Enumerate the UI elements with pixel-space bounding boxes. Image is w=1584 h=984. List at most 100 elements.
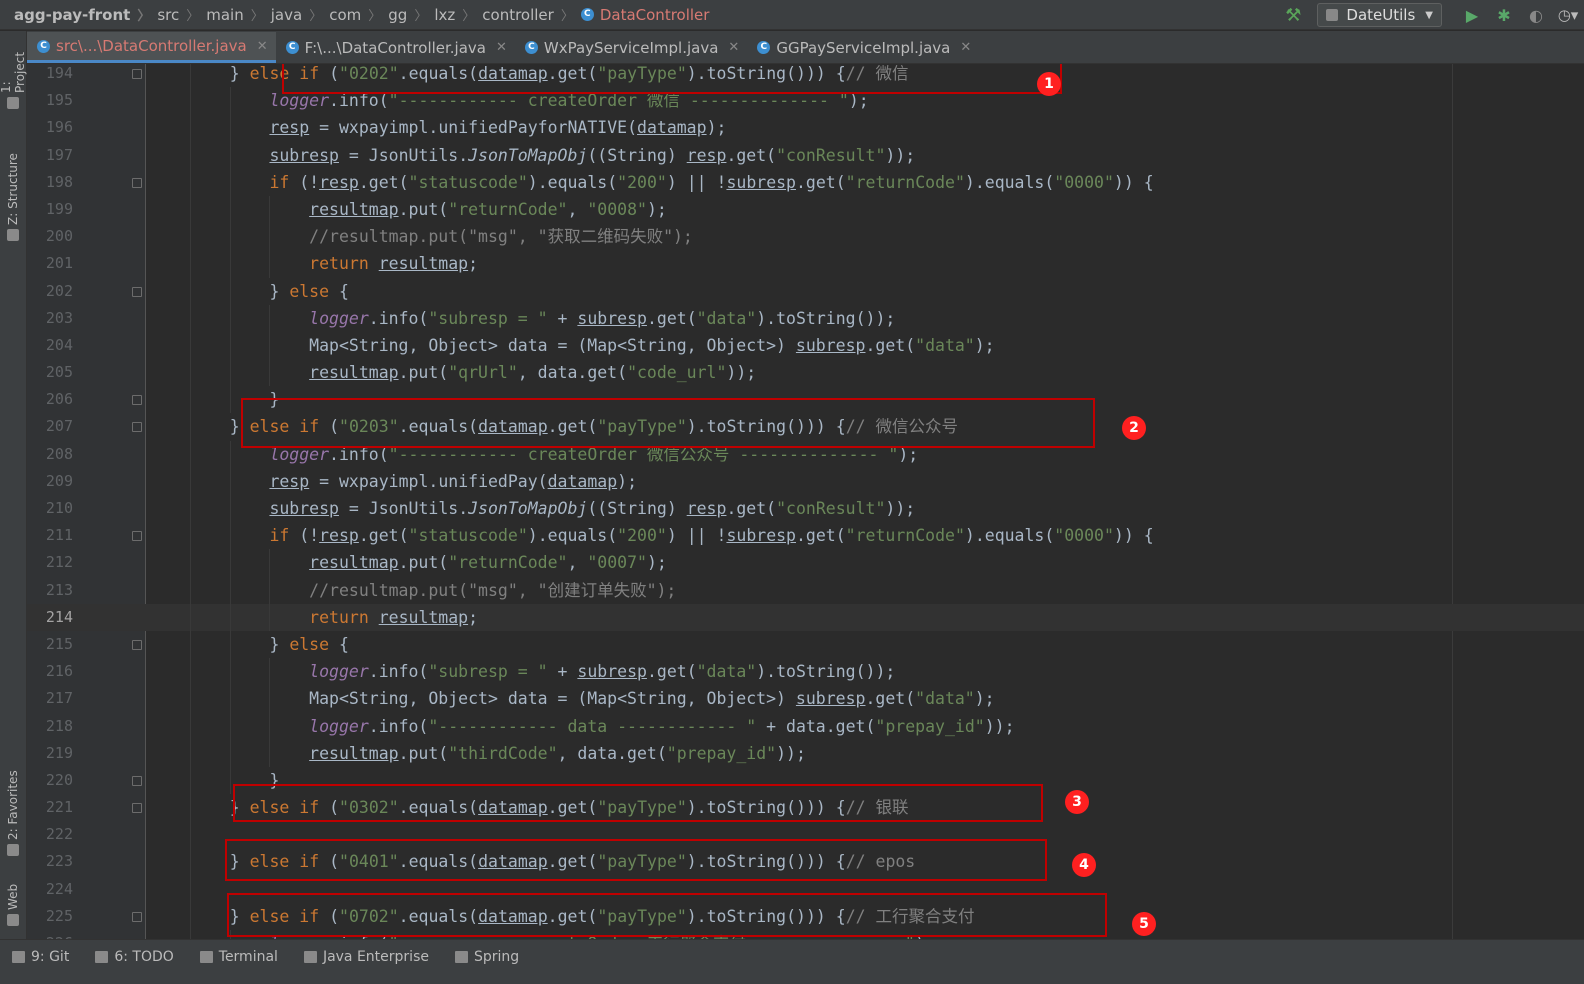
code-line[interactable]: 201 return resultmap; [27, 250, 1584, 278]
run-configuration-select[interactable]: DateUtils ▼ [1317, 3, 1442, 27]
code-text[interactable]: resp = wxpayimpl.unifiedPayforNATIVE(dat… [269, 114, 726, 141]
line-number[interactable]: 212 [27, 549, 73, 576]
code-text[interactable]: if (!resp.get("statuscode").equals("200"… [269, 522, 1153, 549]
close-icon[interactable]: ✕ [728, 40, 739, 55]
fold-marker-icon[interactable] [132, 69, 142, 79]
code-text[interactable]: } else { [269, 631, 349, 658]
code-line[interactable]: 216 logger.info("subresp = " + subresp.ge… [27, 658, 1584, 686]
line-number[interactable]: 196 [27, 114, 73, 141]
code-text[interactable]: resp = wxpayimpl.unifiedPay(datamap); [269, 468, 637, 495]
terminal-tool-tab[interactable]: Terminal [199, 940, 278, 974]
line-number[interactable]: 195 [27, 87, 73, 114]
fold-marker-icon[interactable] [132, 177, 142, 188]
breadcrumb-main[interactable]: main 〉 [206, 5, 271, 25]
fold-marker-icon[interactable] [132, 911, 142, 922]
code-line[interactable]: 202 } else { [27, 277, 1584, 305]
line-number[interactable]: 205 [27, 359, 73, 386]
code-line[interactable]: 211 if (!resp.get("statuscode").equals("2… [27, 522, 1584, 550]
code-text[interactable]: //resultmap.put("msg", "获取二维码失败"); [309, 223, 693, 250]
build-hammer-icon[interactable]: ⚒ [1285, 5, 1301, 26]
code-line[interactable]: 213 //resultmap.put("msg", "创建订单失败"); [27, 576, 1584, 604]
line-number[interactable]: 210 [27, 495, 73, 522]
debug-bug-icon[interactable]: ✱ [1495, 6, 1513, 25]
line-number[interactable]: 199 [27, 196, 73, 223]
code-line[interactable]: 210 subresp = JsonUtils.JsonToMapObj((Str… [27, 495, 1584, 523]
code-line[interactable]: 203 logger.info("subresp = " + subresp.ge… [27, 304, 1584, 332]
breadcrumb-class[interactable]: C DataController [580, 6, 709, 24]
line-number[interactable]: 213 [27, 577, 73, 604]
breadcrumb-com[interactable]: com 〉 [329, 5, 388, 25]
tab-datacontroller-f[interactable]: C F:\...\DataController.java ✕ [276, 32, 515, 63]
code-text[interactable]: logger.info("------------ data ---------… [309, 713, 1014, 740]
line-number[interactable]: 197 [27, 142, 73, 169]
line-number[interactable]: 198 [27, 169, 73, 196]
code-text[interactable]: Map<String, Object> data = (Map<String, … [309, 332, 994, 359]
code-line[interactable]: 214 return resultmap; [27, 603, 1584, 631]
line-number[interactable]: 221 [27, 794, 73, 821]
line-number[interactable]: 223 [27, 848, 73, 875]
line-number[interactable]: 202 [27, 278, 73, 305]
code-line[interactable]: 215 } else { [27, 630, 1584, 659]
project-tool-tab[interactable]: 1: Project [0, 39, 27, 109]
code-text[interactable]: } else { [269, 278, 349, 305]
code-text[interactable]: Map<String, Object> data = (Map<String, … [309, 685, 994, 712]
line-number[interactable]: 201 [27, 250, 73, 277]
spring-tool-tab[interactable]: Spring [454, 940, 519, 974]
code-line[interactable]: 218 logger.info("------------ data ------… [27, 712, 1584, 740]
code-text[interactable]: return resultmap; [309, 250, 478, 277]
code-line[interactable]: 199 resultmap.put("returnCode", "0008"); [27, 195, 1584, 224]
line-number[interactable]: 208 [27, 441, 73, 468]
close-icon[interactable]: ✕ [257, 39, 268, 54]
line-number[interactable]: 204 [27, 332, 73, 359]
code-line[interactable]: 197 subresp = JsonUtils.JsonToMapObj((Str… [27, 141, 1584, 169]
breadcrumb-gg[interactable]: gg 〉 [388, 5, 434, 25]
code-line[interactable]: 198 if (!resp.get("statuscode").equals("2… [27, 168, 1584, 196]
code-text[interactable]: //resultmap.put("msg", "创建订单失败"); [309, 577, 676, 604]
breadcrumb-lxz[interactable]: lxz 〉 [434, 5, 482, 25]
code-line[interactable]: 205 resultmap.put("qrUrl", data.get("code… [27, 359, 1584, 387]
structure-tool-tab[interactable]: Z: Structure [0, 146, 26, 241]
breadcrumb-controller[interactable]: controller 〉 [482, 5, 581, 25]
fold-marker-icon[interactable] [132, 639, 142, 650]
line-number[interactable]: 218 [27, 713, 73, 740]
line-number[interactable]: 219 [27, 740, 73, 767]
code-text[interactable]: return resultmap; [309, 604, 478, 631]
code-line[interactable]: 217 Map<String, Object> data = (Map<Strin… [27, 685, 1584, 713]
code-line[interactable]: 209 resp = wxpayimpl.unifiedPay(datamap); [27, 467, 1584, 495]
line-number[interactable]: 214 [27, 604, 73, 631]
line-number[interactable]: 200 [27, 223, 73, 250]
code-line[interactable]: 219 resultmap.put("thirdCode", data.get("… [27, 739, 1584, 767]
line-number[interactable]: 215 [27, 631, 73, 658]
line-number[interactable]: 207 [27, 413, 73, 440]
fold-marker-icon[interactable] [132, 775, 142, 786]
breadcrumb-java[interactable]: java 〉 [271, 5, 329, 25]
line-number[interactable]: 220 [27, 767, 73, 794]
fold-marker-icon[interactable] [132, 395, 142, 406]
line-number[interactable]: 224 [27, 876, 73, 903]
code-text[interactable]: subresp = JsonUtils.JsonToMapObj((String… [269, 495, 915, 522]
line-number[interactable]: 222 [27, 821, 73, 848]
fold-marker-icon[interactable] [132, 531, 142, 542]
line-number[interactable]: 194 [27, 64, 73, 87]
web-tool-tab[interactable]: Web [0, 876, 26, 926]
breadcrumb-project[interactable]: agg-pay-front 〉 [0, 5, 157, 25]
close-icon[interactable]: ✕ [496, 40, 507, 55]
code-line[interactable]: 212 resultmap.put("returnCode", "0007"); [27, 549, 1584, 577]
favorites-tool-tab[interactable]: 2: Favorites [0, 761, 26, 856]
tab-datacontroller-src[interactable]: C src\...\DataController.java ✕ [27, 32, 276, 63]
profiler-icon[interactable]: ◷▾ [1558, 6, 1579, 24]
code-text[interactable]: resultmap.put("thirdCode", data.get("pre… [309, 740, 806, 767]
line-number[interactable]: 206 [27, 386, 73, 413]
tab-ggpayserviceimpl[interactable]: C GGPayServiceImpl.java ✕ [747, 32, 979, 63]
fold-marker-icon[interactable] [132, 422, 142, 433]
java-enterprise-tool-tab[interactable]: Java Enterprise [303, 940, 429, 974]
breadcrumb-src[interactable]: src 〉 [157, 5, 206, 25]
code-text[interactable]: resultmap.put("returnCode", "0007"); [309, 549, 667, 576]
line-number[interactable]: 209 [27, 468, 73, 495]
close-icon[interactable]: ✕ [960, 40, 971, 55]
fold-marker-icon[interactable] [132, 803, 142, 814]
code-line[interactable]: 200 //resultmap.put("msg", "获取二维码失败"); [27, 223, 1584, 251]
line-number[interactable]: 217 [27, 685, 73, 712]
code-text[interactable]: if (!resp.get("statuscode").equals("200"… [269, 169, 1153, 196]
tab-wxpayserviceimpl[interactable]: C WxPayServiceImpl.java ✕ [515, 32, 747, 63]
